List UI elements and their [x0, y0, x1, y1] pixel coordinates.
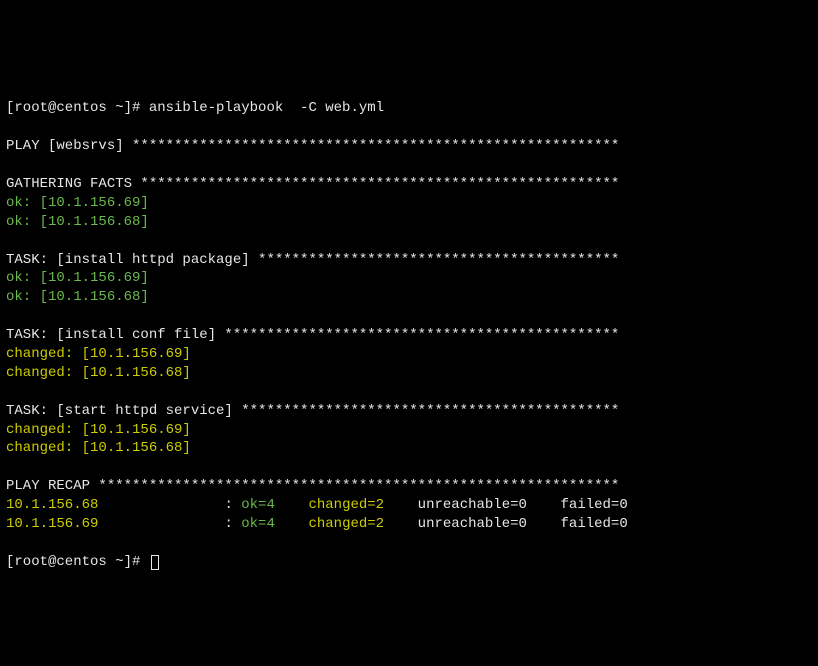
- recap-sep: :: [98, 497, 241, 513]
- task-header: TASK: [start httpd service] ************…: [6, 403, 628, 419]
- recap-row: 10.1.156.69 : ok=4 changed=2 unreachable…: [6, 516, 628, 532]
- cursor-icon: [151, 555, 159, 570]
- recap-changed: changed=2: [275, 497, 384, 513]
- play-header: PLAY [websrvs] *************************…: [6, 138, 628, 154]
- recap-sep: :: [98, 516, 241, 532]
- terminal-output: [root@centos ~]# ansible-playbook -C web…: [6, 81, 812, 572]
- recap-unreachable: unreachable=0: [384, 497, 527, 513]
- prompt-text: [root@centos ~]#: [6, 554, 149, 570]
- recap-changed: changed=2: [275, 516, 384, 532]
- task-header: TASK: [install conf file] **************…: [6, 327, 628, 343]
- prompt-line[interactable]: [root@centos ~]#: [6, 554, 159, 570]
- recap-unreachable: unreachable=0: [384, 516, 527, 532]
- recap-host: 10.1.156.69: [6, 516, 98, 532]
- changed-line: changed: [10.1.156.68]: [6, 365, 191, 381]
- recap-row: 10.1.156.68 : ok=4 changed=2 unreachable…: [6, 497, 628, 513]
- recap-failed: failed=0: [527, 516, 628, 532]
- task-header: TASK: [install httpd package] **********…: [6, 252, 628, 268]
- recap-ok: ok=4: [241, 516, 275, 532]
- ok-line: ok: [10.1.156.68]: [6, 214, 149, 230]
- changed-line: changed: [10.1.156.69]: [6, 346, 191, 362]
- recap-failed: failed=0: [527, 497, 628, 513]
- changed-line: changed: [10.1.156.68]: [6, 440, 191, 456]
- gathering-facts-header: GATHERING FACTS ************************…: [6, 176, 628, 192]
- recap-header: PLAY RECAP *****************************…: [6, 478, 628, 494]
- ok-line: ok: [10.1.156.69]: [6, 195, 149, 211]
- recap-ok: ok=4: [241, 497, 275, 513]
- recap-host: 10.1.156.68: [6, 497, 98, 513]
- ok-line: ok: [10.1.156.69]: [6, 270, 149, 286]
- changed-line: changed: [10.1.156.69]: [6, 422, 191, 438]
- prompt-line: [root@centos ~]# ansible-playbook -C web…: [6, 100, 384, 116]
- ok-line: ok: [10.1.156.68]: [6, 289, 149, 305]
